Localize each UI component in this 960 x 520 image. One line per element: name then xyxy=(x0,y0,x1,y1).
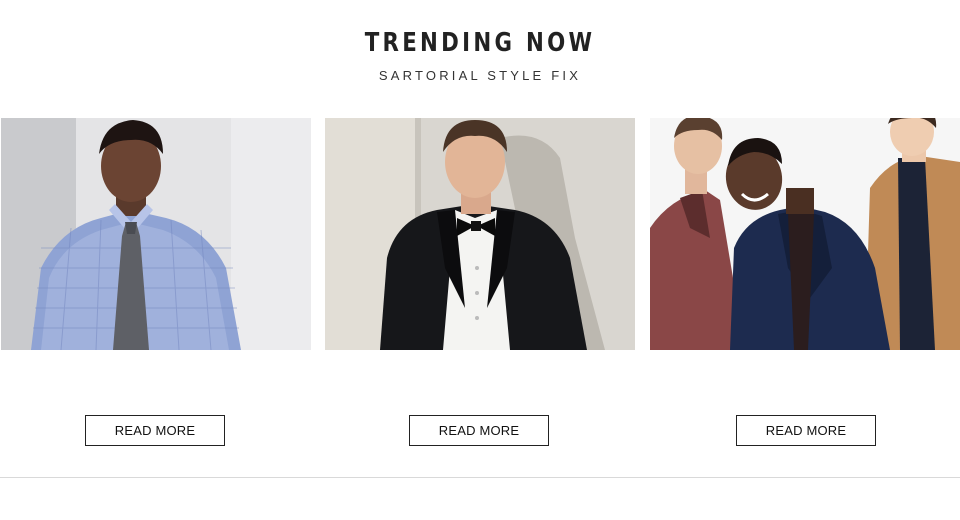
tuxedo-photo xyxy=(325,118,635,350)
card-image-check-shirt[interactable] xyxy=(1,118,311,350)
read-more-button-2[interactable]: READ MORE xyxy=(409,415,549,446)
check-shirt-photo xyxy=(1,118,311,350)
card-image-blazers[interactable] xyxy=(650,118,960,350)
card-image-tuxedo[interactable] xyxy=(325,118,635,350)
section-divider xyxy=(0,477,960,478)
read-more-button-1[interactable]: READ MORE xyxy=(85,415,225,446)
section-subtitle: SARTORIAL STYLE FIX xyxy=(378,68,582,83)
section-title: TRENDING NOW xyxy=(364,28,596,58)
blazers-photo xyxy=(650,118,960,350)
read-more-button-3[interactable]: READ MORE xyxy=(736,415,876,446)
